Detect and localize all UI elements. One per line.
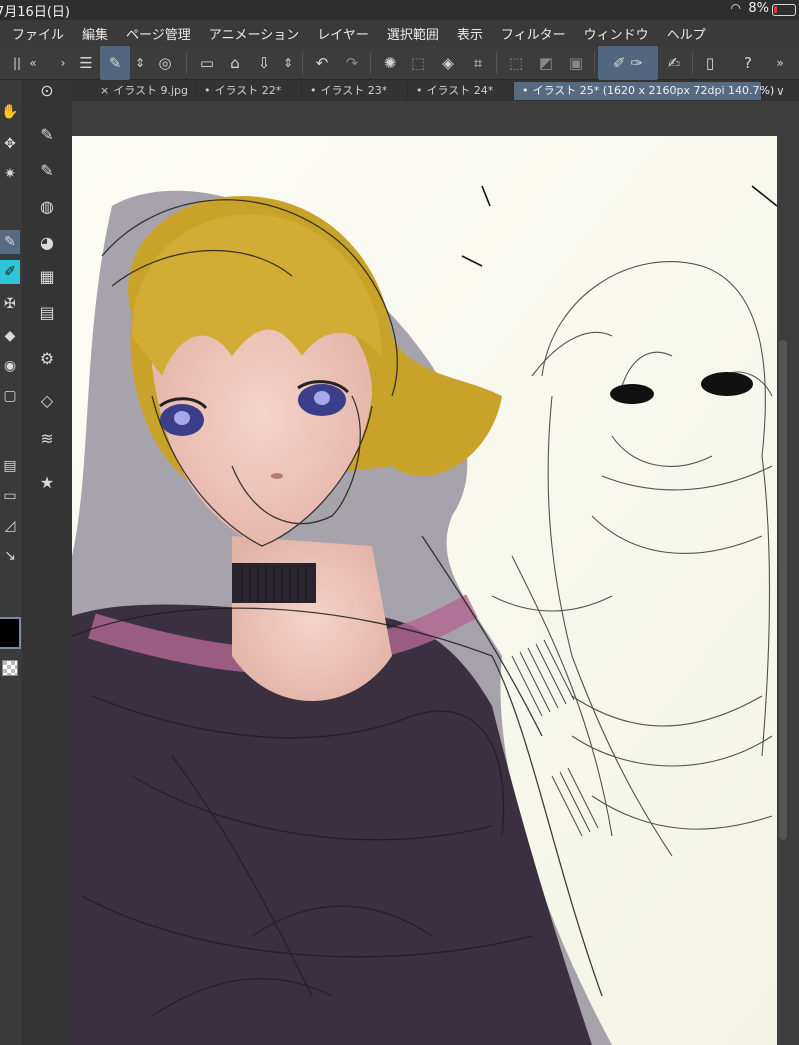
- chevron-right-icon[interactable]: ›: [56, 46, 70, 80]
- brush-size-icon[interactable]: ◍: [33, 192, 61, 220]
- unsaved-dot: •: [522, 84, 529, 97]
- spiral-icon[interactable]: ◎: [152, 46, 178, 80]
- tab-illust-23[interactable]: • イラスト 23*: [302, 82, 408, 100]
- layers-icon[interactable]: ≋: [33, 424, 61, 452]
- eyedropper-icon[interactable]: ↘: [0, 544, 20, 568]
- menu-bar: ファイル 編集 ページ管理 アニメーション レイヤー 選択範囲 表示 フィルター…: [0, 20, 799, 46]
- color-circle-icon[interactable]: ◕: [33, 228, 61, 256]
- film-icon[interactable]: ▤: [33, 298, 61, 326]
- menu-view[interactable]: 表示: [457, 24, 483, 43]
- sparkle-icon[interactable]: ✷: [0, 162, 20, 186]
- transform-icon[interactable]: ⌗: [464, 46, 492, 80]
- brush-tool-icon[interactable]: ✐: [0, 260, 20, 284]
- undo-icon[interactable]: ↶: [308, 46, 336, 80]
- transparent-color-swatch[interactable]: [2, 660, 18, 676]
- menu-page[interactable]: ページ管理: [126, 24, 191, 43]
- loading-icon[interactable]: ✺: [376, 46, 404, 80]
- canvas-scrollbar[interactable]: [779, 340, 787, 840]
- pen-pressure-icon[interactable]: ✐ ✑: [598, 46, 658, 80]
- status-bar: 7月16日(日) ◠ 8%: [0, 0, 799, 20]
- menu-help[interactable]: ヘルプ: [667, 24, 706, 43]
- tool-property-icon[interactable]: ✎: [33, 156, 61, 184]
- unsaved-dot: •: [204, 84, 211, 97]
- command-bar: || « › ☰ ✎ ⇕ ◎ ▭ ⌂ ⇩ ⇕ ↶ ↷ ✺ ⬚ ◈ ⌗ ⬚ ◩ ▣…: [0, 46, 799, 80]
- tab-list-chevron-icon[interactable]: ∨: [768, 82, 790, 100]
- color-set-icon[interactable]: ▦: [33, 262, 61, 290]
- save-menu-icon[interactable]: ⇕: [280, 46, 296, 80]
- document-tabs: × イラスト 9.jpg • イラスト 22* • イラスト 23* • イラスト 24…: [72, 80, 799, 101]
- battery-icon: [772, 4, 796, 16]
- material-icon[interactable]: ★: [33, 468, 61, 496]
- redo-icon[interactable]: ↷: [338, 46, 366, 80]
- grip-icon[interactable]: ||: [10, 46, 24, 80]
- status-date: 7月16日(日): [0, 5, 70, 20]
- palette-column: ⊙ ✎ ✎ ◍ ◕ ▦ ▤ ⚙ ◇ ≋ ★: [22, 80, 72, 1045]
- illustration: [72, 136, 777, 1045]
- tool-column: ✋ ✥ ✷ ✎ ✐ ✠ ◆ ◉ ▢ ▤ ▭ ◿ ↘: [0, 80, 22, 1045]
- tab-illust-22[interactable]: • イラスト 22*: [196, 82, 302, 100]
- collapse-left-icon[interactable]: «: [26, 46, 40, 80]
- tab-illust-25[interactable]: • イラスト 25* (1620 x 2160px 72dpi 140.7%): [514, 82, 774, 100]
- eraser-icon[interactable]: ◆: [0, 324, 20, 348]
- wifi-icon: ◠: [730, 1, 741, 15]
- pen-tool-icon[interactable]: ✎: [0, 230, 20, 254]
- unsaved-dot: •: [310, 84, 317, 97]
- move-icon[interactable]: ✥: [0, 132, 20, 156]
- device-icon[interactable]: ▯: [696, 46, 724, 80]
- clear-icon[interactable]: ⬚: [404, 46, 432, 80]
- menu-layer[interactable]: レイヤー: [317, 24, 369, 43]
- menu-selection[interactable]: 選択範囲: [387, 24, 439, 43]
- deselect-icon[interactable]: ⬚: [502, 46, 530, 80]
- unsaved-dot: •: [416, 84, 423, 97]
- menu-icon[interactable]: ☰: [76, 46, 96, 80]
- close-icon[interactable]: ×: [100, 84, 109, 97]
- invert-selection-icon[interactable]: ◩: [532, 46, 560, 80]
- gradient-icon[interactable]: ▤: [0, 454, 20, 478]
- tab-illust-24[interactable]: • イラスト 24*: [408, 82, 514, 100]
- main-color-swatch[interactable]: [0, 617, 21, 649]
- rectangle-icon[interactable]: ▭: [0, 484, 20, 508]
- brush-icon[interactable]: ✍: [660, 46, 688, 80]
- navigator-icon[interactable]: ⊙: [33, 76, 61, 104]
- menu-edit[interactable]: 編集: [82, 24, 108, 43]
- help-icon[interactable]: ?: [734, 46, 762, 80]
- new-file-icon[interactable]: ▭: [194, 46, 220, 80]
- edit-layer-icon[interactable]: ✎: [100, 46, 130, 80]
- menu-window[interactable]: ウィンドウ: [584, 24, 649, 43]
- tool-settings-icon[interactable]: ⚙: [33, 344, 61, 372]
- menu-animation[interactable]: アニメーション: [209, 24, 299, 43]
- airbrush-icon[interactable]: ✠: [0, 292, 20, 316]
- menu-filter[interactable]: フィルター: [501, 24, 566, 43]
- ruler-icon[interactable]: ◿: [0, 514, 20, 538]
- hand-icon[interactable]: ✋: [0, 100, 20, 124]
- collapse-right-icon[interactable]: »: [770, 46, 790, 80]
- save-icon[interactable]: ⇩: [250, 46, 278, 80]
- selection-border-icon[interactable]: ▣: [562, 46, 590, 80]
- battery-percent: 8%: [748, 1, 769, 16]
- drawing-canvas[interactable]: [72, 136, 777, 1045]
- blend-icon[interactable]: ◉: [0, 354, 20, 378]
- sub-tool-icon[interactable]: ✎: [33, 120, 61, 148]
- layer-property-icon[interactable]: ◇: [33, 386, 61, 414]
- frame-icon[interactable]: ▢: [0, 384, 20, 408]
- tab-illust-9[interactable]: × イラスト 9.jpg: [92, 82, 196, 100]
- fill-icon[interactable]: ◈: [434, 46, 462, 80]
- swap-up-down-icon[interactable]: ⇕: [132, 46, 148, 80]
- menu-file[interactable]: ファイル: [12, 24, 64, 43]
- open-folder-icon[interactable]: ⌂: [222, 46, 248, 80]
